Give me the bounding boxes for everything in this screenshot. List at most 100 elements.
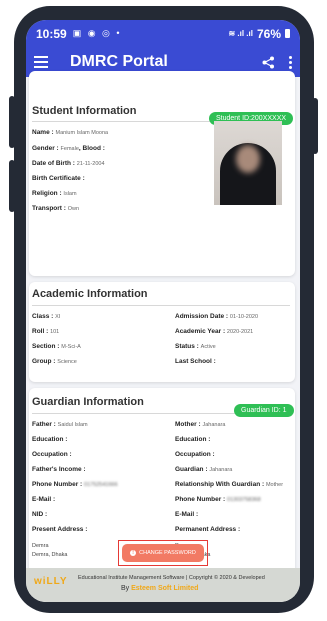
admission-date-row: Admission Date : 01-10-2020 xyxy=(175,313,258,320)
father-income-row: Father's Income : xyxy=(32,466,86,473)
change-password-highlight: ! CHANGE PASSWORD xyxy=(118,540,208,566)
education-label: Education : xyxy=(32,436,68,443)
phone-screen: 10:59 ▣ ◉ ◎ • ≋ .ıl .ıl 76% DMRC Portal xyxy=(26,20,300,602)
nid-row: NID : xyxy=(32,511,47,518)
battery-icon xyxy=(285,29,290,38)
name-value: Manium Islam Moona xyxy=(55,130,109,136)
section-label: Section : xyxy=(32,343,60,350)
info-icon: ! xyxy=(130,550,137,556)
status-label: Status : xyxy=(175,343,199,350)
present-address-row: Present Address : xyxy=(32,526,87,533)
change-password-button[interactable]: ! CHANGE PASSWORD xyxy=(122,544,204,562)
dob-row: Date of Birth : 21-11-2004 xyxy=(32,160,105,167)
footer: wiLLY Educational Institute Management S… xyxy=(26,568,300,602)
transport-row: Transport : Own xyxy=(32,205,79,212)
mother-label: Mother : xyxy=(175,421,201,428)
phone-label: Phone Number : xyxy=(32,481,83,488)
blood-label: , Blood : xyxy=(78,145,105,152)
change-password-label: CHANGE PASSWORD xyxy=(139,550,196,556)
group-label: Group : xyxy=(32,358,56,365)
father-phone-value: 01752541666 xyxy=(84,482,118,488)
gender-value: Female xyxy=(60,146,79,152)
hamburger-menu-icon[interactable] xyxy=(34,56,48,68)
status-row: Status : Active xyxy=(175,343,216,350)
education-label: Education : xyxy=(175,436,211,443)
father-row: Father : Saidul Islam xyxy=(32,421,88,428)
occupation-label: Occupation : xyxy=(32,451,72,458)
guardian-info-title: Guardian Information xyxy=(32,396,144,408)
mother-occupation-row: Occupation : xyxy=(175,451,215,458)
mother-value: Jahanara xyxy=(202,422,226,428)
relationship-row: Relationship With Guardian : Mother xyxy=(175,481,283,488)
student-info-card: Student Information Student ID:200XXXXX … xyxy=(29,71,295,276)
transport-value: Own xyxy=(67,206,80,212)
guardian-label: Guardian : xyxy=(175,466,208,473)
dob-value: 21-11-2004 xyxy=(76,161,105,167)
gender-row: Gender : Female, Blood : xyxy=(32,145,105,152)
section-row: Section : M-Sci-A xyxy=(32,343,81,350)
guardian-row: Guardian : Jahanara xyxy=(175,466,232,473)
mother-email-row: E-Mail : xyxy=(175,511,198,518)
class-row: Class : XI xyxy=(32,313,60,320)
religion-value: Islam xyxy=(63,191,77,197)
permanent-address-label: Permanent Address : xyxy=(175,526,241,533)
footer-logo: wiLLY xyxy=(34,576,68,587)
relationship-label: Relationship With Guardian : xyxy=(175,481,265,488)
name-label: Name : xyxy=(32,129,54,136)
academic-year-row: Academic Year : 2020-2021 xyxy=(175,328,253,335)
birth-certificate-label: Birth Certificate : xyxy=(32,175,85,182)
admission-date-label: Admission Date : xyxy=(175,313,229,320)
email-label: E-Mail : xyxy=(175,511,199,518)
group-row: Group : Science xyxy=(32,358,77,365)
phone-label: Phone Number : xyxy=(175,496,226,503)
birth-certificate-row: Birth Certificate : xyxy=(32,175,85,182)
status-value: Active xyxy=(200,344,216,350)
permanent-address-row: Permanent Address : xyxy=(175,526,240,533)
group-value: Science xyxy=(57,359,77,365)
mother-phone-value: 01303758368 xyxy=(227,497,261,503)
class-value: XI xyxy=(55,314,61,320)
academic-year-value: 2020-2021 xyxy=(226,329,254,335)
student-photo xyxy=(214,121,282,205)
present-address-label: Present Address : xyxy=(32,526,88,533)
occupation-label: Occupation : xyxy=(175,451,215,458)
academic-info-title: Academic Information xyxy=(32,288,148,300)
footer-by-label: By xyxy=(121,585,130,592)
father-phone-row: Phone Number : 01752541666 xyxy=(32,481,118,488)
gender-label: Gender : xyxy=(32,145,59,152)
income-label: Father's Income : xyxy=(32,466,86,473)
roll-value: 101 xyxy=(50,329,60,335)
notification-icons: ▣ ◉ ◎ • xyxy=(72,28,122,38)
app-title: DMRC Portal xyxy=(70,53,168,70)
father-label: Father : xyxy=(32,421,56,428)
transport-label: Transport : xyxy=(32,205,66,212)
footer-brand-link[interactable]: Esteem Soft Limited xyxy=(131,585,198,592)
present-address-line2: Demra, Dhaka xyxy=(32,552,68,558)
relationship-value: Mother xyxy=(265,482,284,488)
class-label: Class : xyxy=(32,313,54,320)
guardian-value: Jahanara xyxy=(209,467,233,473)
share-icon[interactable] xyxy=(262,56,275,69)
father-email-row: E-Mail : xyxy=(32,496,55,503)
mother-phone-row: Phone Number : 01303758368 xyxy=(175,496,261,503)
profile-content: Student Information Student ID:200XXXXX … xyxy=(26,71,300,602)
admission-date-value: 01-10-2020 xyxy=(229,314,259,320)
religion-row: Religion : Islam xyxy=(32,190,77,197)
present-address-value: Demra Demra, Dhaka xyxy=(32,542,67,560)
nid-label: NID : xyxy=(32,511,48,518)
father-occupation-row: Occupation : xyxy=(32,451,72,458)
status-time: 10:59 xyxy=(36,26,67,41)
signal-icon: ≋ .ıl .ıl xyxy=(228,29,253,38)
student-name-row: Name : Manium Islam Moona xyxy=(32,129,108,136)
dob-label: Date of Birth : xyxy=(32,160,75,167)
roll-label: Roll : xyxy=(32,328,49,335)
student-info-title: Student Information xyxy=(32,105,137,117)
academic-year-label: Academic Year : xyxy=(175,328,226,335)
last-school-row: Last School : xyxy=(175,358,216,365)
battery-level: 76% xyxy=(256,26,281,41)
last-school-label: Last School : xyxy=(175,358,216,365)
more-options-icon[interactable] xyxy=(289,55,292,69)
mother-education-row: Education : xyxy=(175,436,210,443)
footer-copyright: Educational Institute Management Softwar… xyxy=(78,575,265,581)
father-education-row: Education : xyxy=(32,436,67,443)
